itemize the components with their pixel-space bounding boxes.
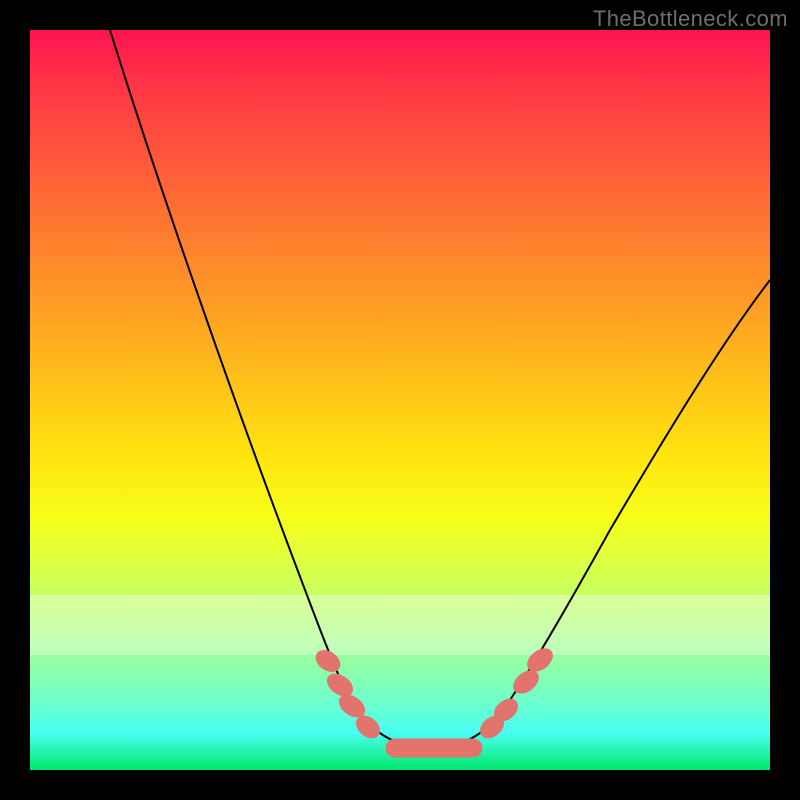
bottleneck-curve [110,30,770,750]
watermark-text: TheBottleneck.com [593,6,788,32]
marker-dot [312,646,344,676]
curve-svg [30,30,770,770]
marker-group [312,644,556,757]
marker-pill [386,739,482,757]
chart-frame: TheBottleneck.com [0,0,800,800]
